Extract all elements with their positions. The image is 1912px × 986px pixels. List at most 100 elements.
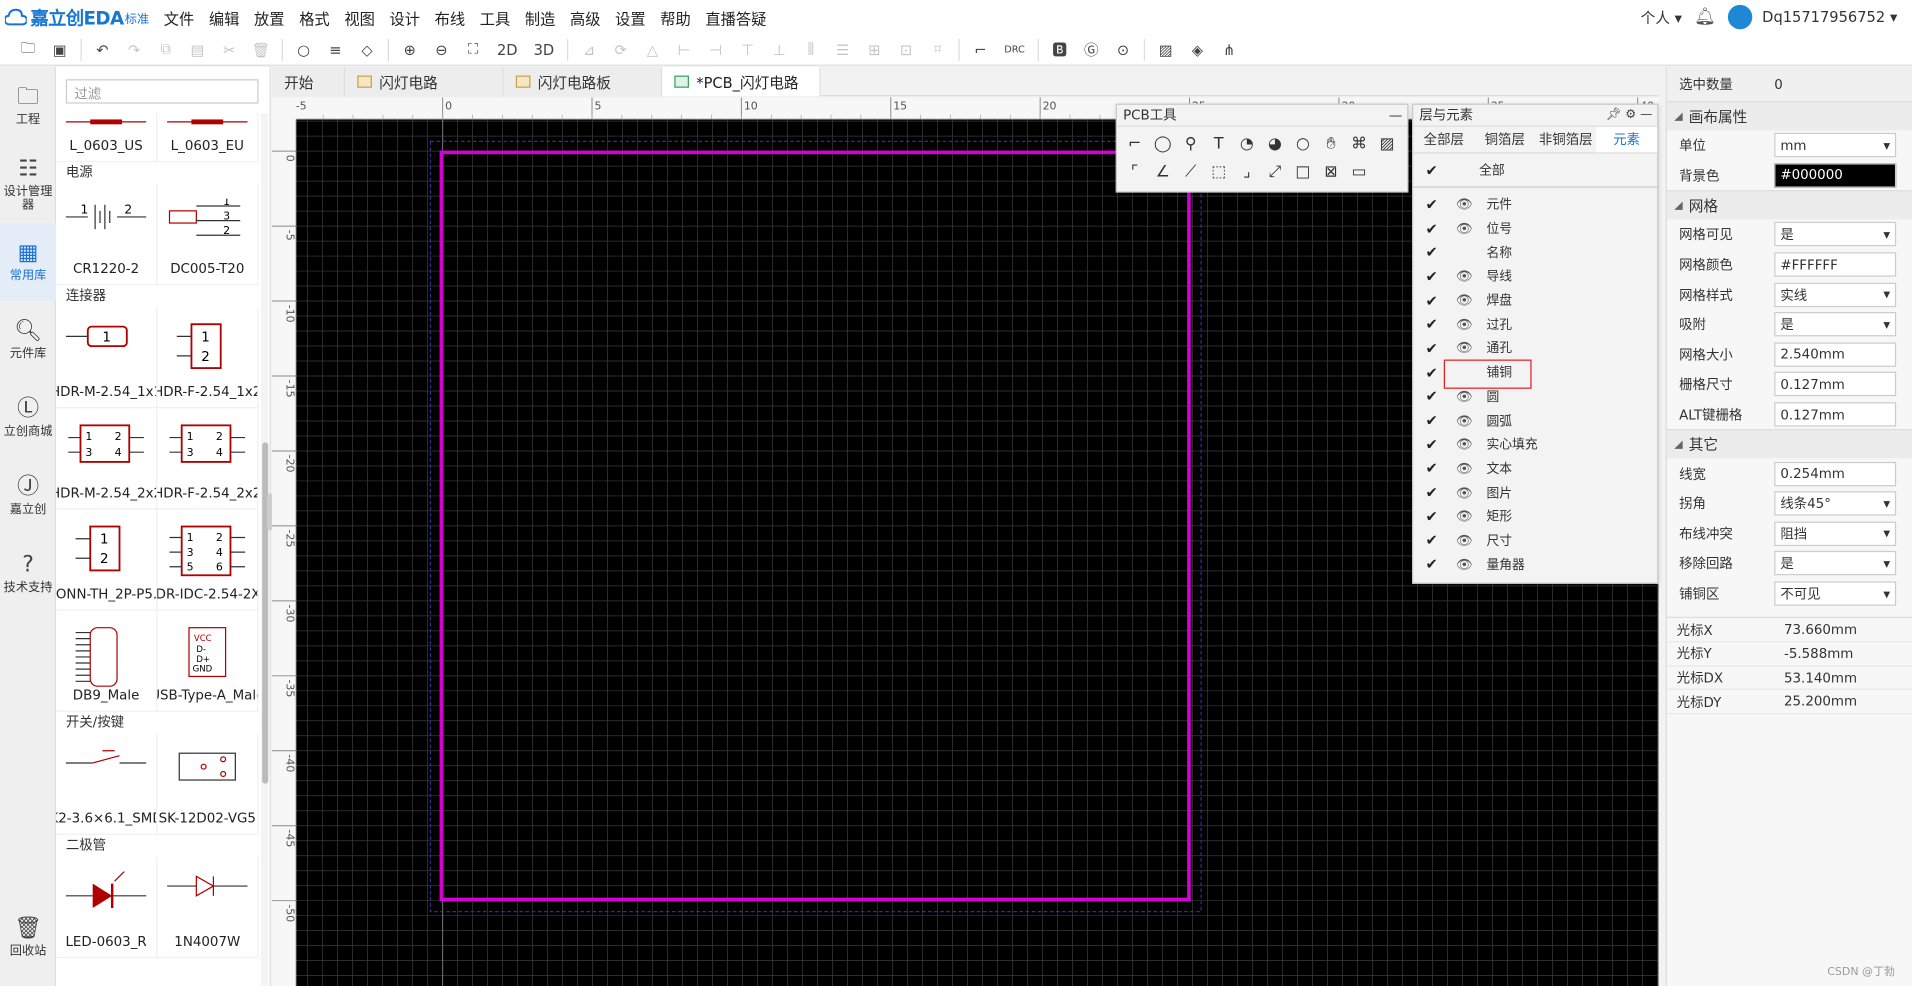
view-3d-button[interactable]: 3D — [530, 38, 557, 60]
align-bottom-icon[interactable]: ⊥ — [768, 38, 790, 60]
dimension-tool-icon[interactable]: ⟋ — [1178, 160, 1204, 186]
app-logo[interactable]: 嘉立创EDA 标准 — [4, 4, 149, 30]
check-icon[interactable]: ✔ — [1413, 484, 1450, 501]
menu-item[interactable]: 编辑 — [209, 5, 240, 28]
distribute-v-icon[interactable]: ☰ — [832, 38, 854, 60]
library-part[interactable]: VCCD-D+GND USB-Type-A_Male — [157, 610, 259, 712]
eye-icon[interactable]: 👁︎ — [1450, 317, 1479, 333]
cut-icon[interactable]: ✂ — [218, 38, 240, 60]
library-part[interactable]: 1 2 HDR-F-2.54_1x2 — [157, 307, 259, 409]
library-part[interactable]: 1 3 2 DC005-T20 — [157, 184, 259, 286]
gerber-icon[interactable]: Ⓖ — [1080, 38, 1102, 60]
eye-icon[interactable]: 👁︎ — [1450, 461, 1479, 477]
library-part[interactable]: 1 2 CR1220-2 — [56, 184, 158, 286]
library-part[interactable]: L_0603_EU — [157, 113, 259, 163]
image-icon[interactable]: ▨ — [1155, 38, 1177, 60]
drc-button[interactable]: DRC — [1001, 38, 1028, 60]
layer-row[interactable]: ✔ 👁︎ 文本 — [1413, 457, 1657, 481]
open-icon[interactable]: 🗀︎ — [17, 38, 39, 60]
circle-tool-icon[interactable]: ○ — [1290, 132, 1316, 158]
eraser-icon[interactable]: ◇ — [356, 38, 378, 60]
corner-tool-icon[interactable]: ⌜ — [1122, 160, 1148, 186]
username[interactable]: Dq15717956752 — [1762, 9, 1885, 26]
align-left-icon[interactable]: ⊢ — [673, 38, 695, 60]
grid-visible-select[interactable]: 是 ▾ — [1774, 222, 1897, 247]
layers-icon[interactable]: ◈ — [1186, 38, 1208, 60]
canvas-properties-section[interactable]: ◢ 画布属性 — [1666, 101, 1912, 131]
menu-item[interactable]: 高级 — [570, 5, 601, 28]
eye-icon[interactable]: 👁︎ — [1450, 197, 1479, 213]
layer-row[interactable]: ✔ 👁︎ 矩形 — [1413, 505, 1657, 529]
library-category[interactable]: 连接器 — [56, 285, 261, 307]
pad-tool-icon[interactable]: ◯ — [1150, 132, 1176, 158]
layer-row[interactable]: ✔ 👁︎ 量角器 — [1413, 552, 1657, 576]
eye-icon[interactable]: 👁︎ — [1450, 293, 1479, 309]
check-icon[interactable]: ✔ — [1413, 292, 1450, 309]
eye-icon[interactable]: 👁︎ — [1450, 389, 1479, 405]
check-icon[interactable]: ✔ — [1413, 412, 1450, 429]
nav-trash[interactable]: 🗑︎ 回收站 — [0, 898, 56, 976]
route-icon[interactable]: ⌐ — [969, 38, 991, 60]
library-part[interactable]: DB9_Male — [56, 610, 158, 712]
menu-item[interactable]: 工具 — [480, 5, 511, 28]
library-part[interactable]: SK-12D02-VG5 — [157, 733, 259, 835]
layer-row[interactable]: ✔ 👁︎ 元件 — [1413, 193, 1657, 217]
bg-color-input[interactable]: #000000 — [1774, 163, 1897, 188]
ungroup-icon[interactable]: ⊡ — [895, 38, 917, 60]
text-tool-icon[interactable]: T — [1206, 132, 1232, 158]
delete-icon[interactable]: 🗑︎ — [250, 38, 272, 60]
library-part[interactable]: 1 3 2 4 HDR-F-2.54_2x2 — [157, 408, 259, 510]
track-tool-icon[interactable]: ⌐ — [1122, 132, 1148, 158]
check-icon[interactable]: ✔ — [1413, 532, 1450, 549]
nav-help[interactable]: ? 技术支持 — [0, 535, 56, 613]
layer-row[interactable]: ✔ 👁︎ 通孔 — [1413, 337, 1657, 361]
layer-row[interactable]: ✔ 👁︎ 图片 — [1413, 481, 1657, 505]
pan-hand-icon[interactable]: ✋︎ — [1318, 132, 1344, 158]
rect-tool-icon[interactable]: □ — [1290, 160, 1316, 186]
via-tool-icon[interactable]: ⚲ — [1178, 132, 1204, 158]
eye-icon[interactable]: 👁︎ — [1450, 341, 1479, 357]
grid-size-input[interactable]: 2.540mm — [1774, 342, 1897, 367]
eye-icon[interactable]: 👁︎ — [1450, 557, 1479, 573]
grid-color-input[interactable]: #FFFFFF — [1774, 252, 1897, 277]
library-part[interactable]: K2-3.6×6.1_SMD — [56, 733, 158, 835]
other-section[interactable]: ◢ 其它 — [1666, 429, 1912, 459]
share-icon[interactable]: ⋔ — [1218, 38, 1240, 60]
mode-switch[interactable]: 个人 ▾ — [1641, 7, 1682, 28]
menu-item[interactable]: 视图 — [344, 5, 375, 28]
nav-chip[interactable]: ▦ 常用库 — [0, 223, 57, 302]
zoom-out-icon[interactable]: ⊖ — [430, 38, 452, 60]
measure-tool-icon[interactable]: ⤢ — [1262, 160, 1288, 186]
tab-sch[interactable]: 闪灯电路板 — [503, 67, 663, 97]
copper-area-icon[interactable]: ⌟ — [1234, 160, 1260, 186]
find-replace-icon[interactable]: ≡ — [324, 38, 346, 60]
pick-place-icon[interactable]: ⊙ — [1112, 38, 1134, 60]
library-part[interactable]: 1N4007W — [157, 856, 259, 958]
line-width-input[interactable]: 0.254mm — [1774, 461, 1897, 486]
library-part[interactable]: 1 35 2 46 HDR-IDC-2.54-2X3 — [157, 509, 259, 611]
library-part[interactable]: 1 3 2 4 HDR-M-2.54_2x2 — [56, 408, 158, 510]
library-category[interactable]: 二极管 — [56, 835, 261, 857]
check-icon[interactable]: ✔ — [1413, 268, 1450, 285]
tab-pcb[interactable]: *PCB_闪灯电路 — [662, 67, 821, 97]
library-part[interactable]: 1 HDR-M-2.54_1x1 — [56, 307, 158, 409]
flip-icon[interactable]: △ — [641, 38, 663, 60]
snap-icon[interactable]: ⌗ — [927, 38, 949, 60]
paste-icon[interactable]: ▤ — [187, 38, 209, 60]
check-icon[interactable]: ✔ — [1413, 508, 1450, 525]
align-top-icon[interactable]: ⊤ — [737, 38, 759, 60]
menu-item[interactable]: 设计 — [389, 5, 420, 28]
nav-lcsc[interactable]: Ⓛ 立创商城 — [0, 379, 56, 457]
menu-item[interactable]: 帮助 — [660, 5, 691, 28]
library-category[interactable]: 电源 — [56, 162, 261, 184]
eye-icon[interactable]: 👁︎ — [1450, 221, 1479, 237]
tab-start[interactable]: 开始 — [271, 67, 346, 97]
canvas-tool-icon[interactable]: ▭ — [1346, 160, 1372, 186]
angle-tool-icon[interactable]: ∠ — [1150, 160, 1176, 186]
layers-title[interactable]: 层与元素 📌︎ ⚙ — — [1413, 105, 1658, 127]
library-scrollbar[interactable] — [260, 113, 269, 986]
undo-icon[interactable]: ↶ — [91, 38, 113, 60]
layer-row-all[interactable]: ✔ 全部 — [1413, 154, 1658, 188]
check-icon[interactable]: ✔ — [1413, 244, 1450, 261]
check-icon[interactable]: ✔ — [1413, 316, 1450, 333]
